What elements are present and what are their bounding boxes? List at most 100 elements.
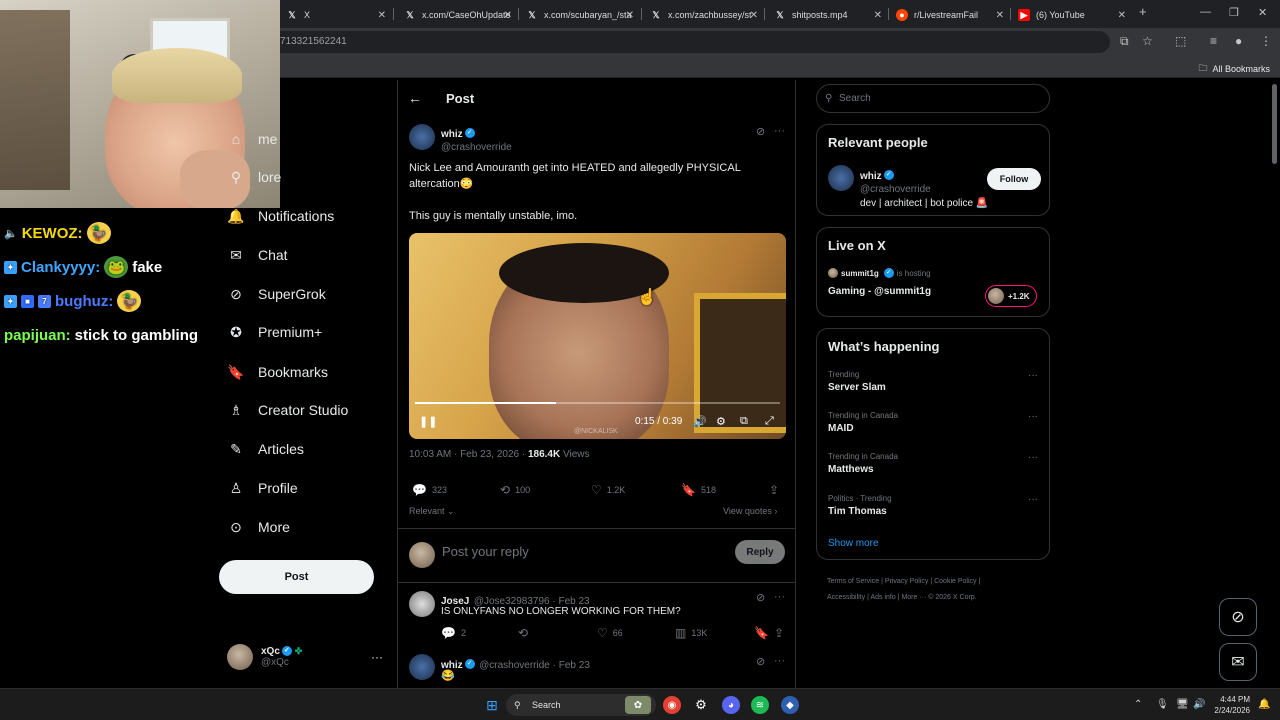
nav-profile[interactable]: ♙ Profile: [228, 476, 298, 500]
profile-avatar-icon[interactable]: ●: [1235, 34, 1242, 48]
show-more-link[interactable]: Show more: [828, 538, 879, 549]
follow-button[interactable]: Follow: [987, 168, 1041, 190]
tray-overflow-icon[interactable]: ⌃: [1134, 699, 1142, 710]
tab-zachbussey[interactable]: 𝕏 x.com/zachbussey/st ✕: [644, 4, 762, 26]
tab-scubaryan[interactable]: 𝕏 x.com/scubaryan_/sta ✕: [520, 4, 638, 26]
chrome-icon[interactable]: ◉: [663, 696, 681, 714]
more-options-icon[interactable]: ···: [1028, 494, 1038, 505]
media-icon[interactable]: ≡: [1210, 34, 1217, 48]
grok-fab-button[interactable]: ⊘: [1219, 598, 1257, 636]
tab-youtube[interactable]: ▶ (6) YouTube ✕: [1012, 4, 1130, 26]
avatar[interactable]: [409, 591, 435, 617]
more-options-icon[interactable]: ···: [774, 655, 785, 667]
volume-icon[interactable]: 🔊: [693, 415, 707, 428]
microphone-icon[interactable]: 🎙: [1156, 699, 1169, 710]
tab-x[interactable]: 𝕏 X ✕: [280, 4, 390, 26]
steam-icon[interactable]: ⚙: [692, 696, 710, 714]
share-action[interactable]: ⇪: [774, 626, 784, 640]
nav-explore[interactable]: ⚲ lore: [228, 165, 282, 189]
volume-icon[interactable]: 🔊: [1193, 699, 1205, 710]
live-on-x-card[interactable]: Live on X summit1g ✓ is hosting Gaming - …: [816, 227, 1050, 317]
search-input[interactable]: ⚲ Search: [816, 84, 1050, 113]
tab-livestreamfail[interactable]: ● r/LivestreamFail ✕: [890, 4, 1008, 26]
close-tab-icon[interactable]: ✕: [996, 10, 1004, 21]
discord-icon[interactable]: ◕: [722, 696, 740, 714]
more-options-icon[interactable]: ···: [774, 125, 785, 137]
nav-bookmarks[interactable]: 🔖 Bookmarks: [227, 360, 328, 384]
extensions-icon[interactable]: ⬚: [1175, 34, 1186, 48]
settings-icon[interactable]: ⚙: [716, 415, 726, 428]
close-tab-icon[interactable]: ✕: [874, 10, 882, 21]
notifications-icon[interactable]: 🔔: [1258, 699, 1270, 710]
account-more-icon[interactable]: ···: [371, 650, 383, 664]
avatar[interactable]: [828, 165, 854, 191]
close-tab-icon[interactable]: ✕: [378, 10, 386, 21]
more-options-icon[interactable]: ···: [1028, 370, 1038, 381]
nav-notifications[interactable]: 🔔 Notifications: [227, 204, 334, 228]
video-player[interactable]: @NICKALISK ❚❚ 0:15 / 0:39 🔊 ⚙ ⧉ ⤢: [409, 233, 786, 439]
maximize-icon[interactable]: ❐: [1229, 6, 1239, 19]
taskbar-clock[interactable]: 4:44 PM 2/24/2026: [1214, 694, 1250, 716]
network-icon[interactable]: 🖥: [1176, 699, 1189, 710]
spotify-icon[interactable]: ≋: [751, 696, 769, 714]
reply-sort-dropdown[interactable]: Relevant ⌄: [409, 506, 455, 517]
person-info[interactable]: whiz ✓ @crashoverride dev | architect | b…: [860, 166, 988, 209]
widget-icon[interactable]: ✿: [625, 696, 651, 714]
trend-item[interactable]: Politics · Trending Tim Thomas ···: [828, 494, 1038, 517]
app-icon[interactable]: ◆: [781, 696, 799, 714]
share-action[interactable]: ⇪: [769, 483, 779, 497]
nav-creator-studio[interactable]: ♗ Creator Studio: [228, 398, 349, 422]
minimize-icon[interactable]: —: [1200, 6, 1211, 18]
pause-icon[interactable]: ❚❚: [419, 415, 437, 428]
grok-icon[interactable]: ⊘: [756, 655, 765, 668]
tab-caseoh[interactable]: 𝕏 x.com/CaseOhUpdate ✕: [398, 4, 516, 26]
post-button[interactable]: Post: [219, 560, 374, 594]
repost-action[interactable]: ⟲ 100: [500, 483, 530, 497]
new-tab-button[interactable]: +: [1139, 4, 1147, 19]
nav-supergrok[interactable]: ⊘ SuperGrok: [228, 282, 326, 306]
nav-premium[interactable]: ✪ Premium+: [228, 320, 322, 344]
more-options-icon[interactable]: ···: [774, 591, 785, 603]
reply-button[interactable]: Reply: [735, 540, 785, 564]
reply-input[interactable]: Post your reply: [442, 544, 529, 559]
close-tab-icon[interactable]: ✕: [1118, 10, 1126, 21]
bookmark-action[interactable]: 🔖: [754, 626, 769, 640]
close-tab-icon[interactable]: ✕: [750, 10, 758, 21]
page-scrollbar[interactable]: [1272, 84, 1277, 164]
trend-item[interactable]: Trending Server Slam ···: [828, 370, 1038, 393]
tab-shitposts[interactable]: 𝕏 shitposts.mp4 ✕: [768, 4, 886, 26]
pip-icon[interactable]: ⧉: [740, 415, 748, 428]
reply-action[interactable]: 💬 2: [441, 626, 466, 640]
like-action[interactable]: ♡ 66: [597, 626, 623, 640]
nav-home[interactable]: ⌂ me: [228, 127, 278, 151]
like-action[interactable]: ♡ 1.2K: [591, 483, 625, 497]
reply-action[interactable]: 💬 323: [412, 483, 447, 497]
tweet-author[interactable]: whiz ✓ @crashoverride: [441, 124, 512, 153]
avatar[interactable]: [409, 654, 435, 680]
video-scrubber[interactable]: [415, 402, 780, 404]
url-field[interactable]: 713321562241: [240, 31, 1110, 53]
trend-item[interactable]: Trending in Canada Matthews ···: [828, 452, 1038, 475]
close-tab-icon[interactable]: ✕: [504, 10, 512, 21]
browser-menu-icon[interactable]: ⋮: [1260, 34, 1272, 48]
trend-item[interactable]: Trending in Canada MAID ···: [828, 411, 1038, 434]
close-window-icon[interactable]: ✕: [1258, 6, 1267, 19]
views-action[interactable]: ▥ 13K: [675, 626, 707, 640]
tweet-author-avatar[interactable]: [409, 124, 435, 150]
fullscreen-icon[interactable]: ⤢: [765, 415, 774, 428]
nav-articles[interactable]: ✎ Articles: [228, 437, 304, 461]
view-quotes-link[interactable]: View quotes ›: [723, 506, 777, 516]
repost-action[interactable]: ⟲: [518, 626, 528, 640]
footer-links[interactable]: Terms of Service | Privacy Policy | Cook…: [827, 574, 1047, 606]
more-options-icon[interactable]: ···: [1028, 411, 1038, 422]
grok-icon[interactable]: ⊘: [756, 591, 765, 604]
windows-start-icon[interactable]: ⊞: [483, 696, 501, 714]
back-arrow-icon[interactable]: ←: [408, 90, 422, 106]
cast-icon[interactable]: ⧉: [1120, 34, 1129, 49]
more-options-icon[interactable]: ···: [1028, 452, 1038, 463]
nav-chat[interactable]: ✉ Chat: [228, 243, 287, 267]
star-icon[interactable]: ☆: [1142, 34, 1153, 48]
grok-icon[interactable]: ⊘: [756, 125, 765, 138]
bookmark-action[interactable]: 🔖 518: [681, 483, 716, 497]
account-switcher[interactable]: xQc ✓ ✜ @xQc: [227, 644, 302, 670]
